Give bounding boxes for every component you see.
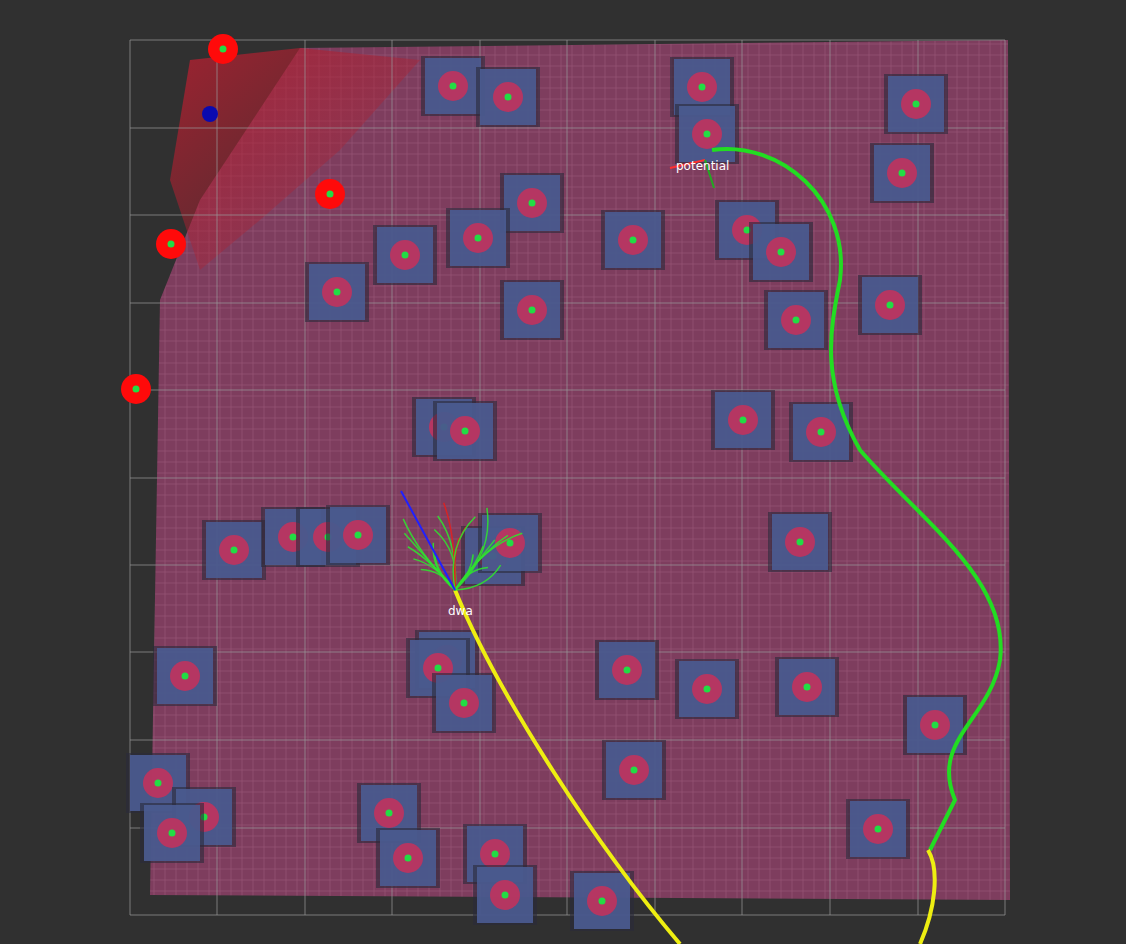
goal-marker: [202, 106, 218, 122]
obstacle: [764, 290, 828, 350]
obstacle: [500, 280, 564, 340]
obstacle: [858, 275, 922, 335]
local-plan: [455, 590, 680, 944]
obstacle: [432, 673, 496, 733]
laser-point: [315, 179, 345, 209]
obstacle: [595, 640, 659, 700]
obstacle: [570, 871, 634, 931]
laser-point: [208, 34, 238, 64]
frame-label: dwa: [448, 604, 473, 618]
obstacle: [140, 803, 204, 863]
obstacle: [305, 262, 369, 322]
obstacle: [749, 222, 813, 282]
obstacle: [376, 828, 440, 888]
obstacle: [202, 520, 266, 580]
grid-line: [130, 40, 1005, 41]
costmap-layer: [150, 40, 1010, 900]
obstacle: [446, 208, 510, 268]
laser-point: [121, 374, 151, 404]
obstacle: [711, 390, 775, 450]
grid-line: [130, 478, 1005, 479]
grid-line: [130, 390, 1005, 391]
costmap-scene[interactable]: potential dwa: [0, 0, 1126, 944]
grid-line: [130, 215, 1005, 216]
dwa-trajectories: [403, 503, 522, 590]
rviz-viewport[interactable]: potential dwa: [0, 0, 1126, 944]
obstacle: [675, 659, 739, 719]
grid-line: [130, 915, 1005, 916]
grid-line: [130, 652, 1005, 653]
obstacle: [870, 143, 934, 203]
obstacle: [846, 799, 910, 859]
obstacle: [373, 225, 437, 285]
obstacle: [421, 56, 485, 116]
laser-point: [156, 229, 186, 259]
frame-label: potential: [676, 159, 729, 173]
heading-axis-icon: [401, 491, 455, 590]
local-plan: [920, 850, 935, 944]
obstacle: [476, 67, 540, 127]
obstacle: [601, 210, 665, 270]
obstacle: [602, 740, 666, 800]
grid-line: [130, 740, 1005, 741]
obstacle: [433, 401, 497, 461]
obstacle: [768, 512, 832, 572]
obstacle: [675, 104, 739, 164]
obstacle: [153, 646, 217, 706]
grid-line: [130, 128, 1005, 129]
obstacle: [775, 657, 839, 717]
global-plan: [712, 149, 1001, 850]
obstacle: [326, 505, 390, 565]
obstacle: [884, 74, 948, 134]
obstacle: [473, 865, 537, 925]
background: [0, 0, 1126, 944]
